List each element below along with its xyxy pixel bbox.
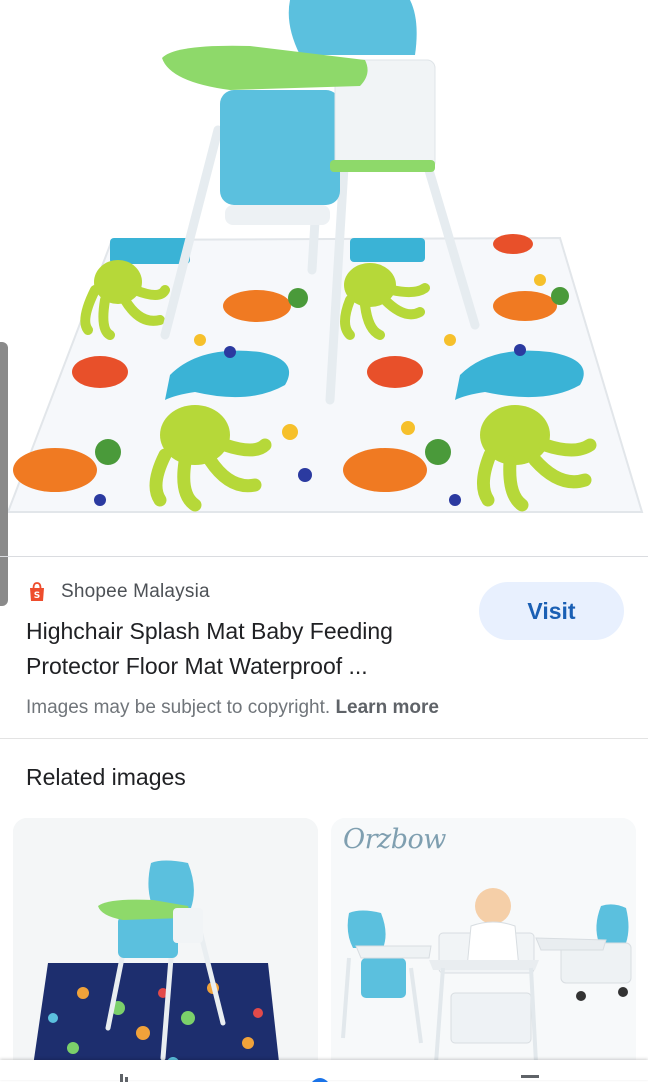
tabs-icon[interactable] [516,1072,544,1082]
panel-drag-handle[interactable] [0,342,8,606]
home-icon[interactable] [108,1072,136,1082]
related-image-card[interactable] [13,818,318,1080]
copyright-notice: Images may be subject to copyright. Lear… [26,697,439,719]
copyright-text: Images may be subject to copyright. [26,697,331,718]
svg-text:S: S [34,591,40,601]
result-title[interactable]: Highchair Splash Mat Baby Feeding Protec… [26,614,466,684]
related-highchair-baby-image [331,818,636,1080]
divider [0,556,648,557]
highchair-mat-illustration [6,0,644,513]
related-highchair-dino-mat-image [13,818,318,1080]
bottom-navigation [0,1060,648,1082]
visit-button[interactable]: Visit [479,582,624,640]
source-name: Shopee Malaysia [61,581,210,602]
shopee-bag-icon: S [26,581,48,603]
product-image[interactable] [0,0,648,556]
result-title-line-1[interactable]: Highchair Splash Mat Baby Feeding [26,614,466,649]
related-image-card[interactable]: Orzbow [331,818,636,1080]
result-title-line-2[interactable]: Protector Floor Mat Waterproof ... [26,649,466,684]
divider [0,738,648,739]
orzbow-logo: Orzbow [343,824,446,855]
search-icon[interactable] [306,1072,334,1082]
related-images-heading: Related images [26,764,186,790]
source-row[interactable]: S Shopee Malaysia [26,578,210,606]
learn-more-link[interactable]: Learn more [335,697,438,718]
